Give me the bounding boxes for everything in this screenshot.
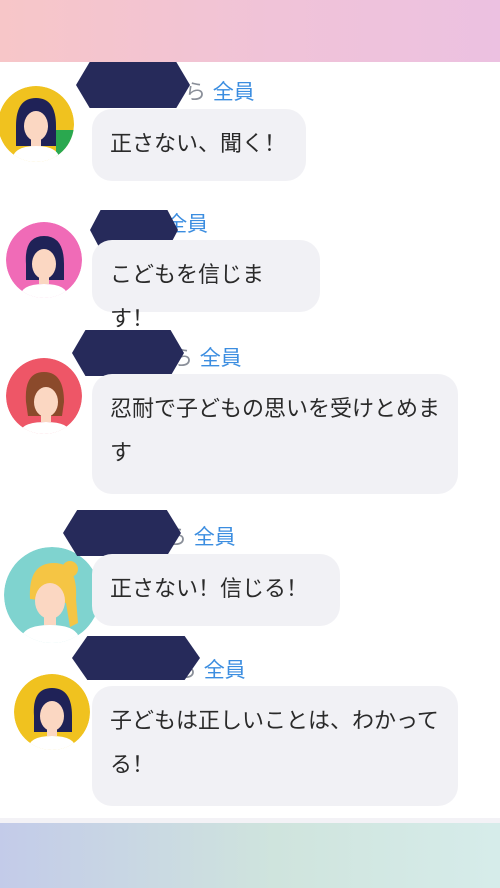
- avatar-icon-woman-blonde-hair: [4, 547, 100, 643]
- avatar: [6, 358, 82, 434]
- message-bubble: 正さない！信じる！: [92, 554, 340, 626]
- message-bubble: 忍耐で子どもの思いを受けとめます: [92, 374, 458, 494]
- message-meta: ら 全員: [172, 342, 242, 372]
- message-bubble: 子どもは正しいことは、わかってる！: [92, 686, 458, 806]
- recipient-link[interactable]: 全員: [204, 658, 246, 682]
- redacted-sender-name: [63, 510, 181, 556]
- avatar: [6, 222, 82, 298]
- redacted-sender-name: [76, 62, 190, 108]
- message-meta: ら 全員: [185, 76, 255, 106]
- message-text: 子どもは正しいことは、わかってる！: [110, 709, 439, 778]
- avatar-icon-woman-dark-hair: [6, 222, 82, 298]
- message-bubble: こどもを信じます！: [92, 240, 320, 332]
- recipient-link[interactable]: 全員: [200, 346, 242, 370]
- message-text: 忍耐で子どもの思いを受けとめます: [110, 397, 441, 466]
- avatar-icon-woman-dark-hair: [14, 674, 90, 750]
- avatar-icon-woman-dark-hair: [0, 86, 74, 162]
- avatar: [0, 86, 74, 162]
- avatar: [14, 674, 90, 750]
- redacted-sender-name: [72, 330, 184, 376]
- redacted-sender-name: [72, 636, 200, 680]
- message-bubble: 正さない、聞く！: [92, 109, 306, 181]
- message-text: 正さない、聞く！: [110, 132, 287, 157]
- bottom-gradient-band: [0, 823, 500, 888]
- avatar: [4, 547, 100, 643]
- avatar-icon-woman-brown-hair: [6, 358, 82, 434]
- message-text: 正さない！信じる！: [110, 577, 309, 602]
- top-gradient-band: [0, 0, 500, 62]
- recipient-link[interactable]: 全員: [194, 525, 236, 549]
- message-text: こどもを信じます！: [110, 263, 265, 332]
- recipient-link[interactable]: 全員: [213, 80, 255, 104]
